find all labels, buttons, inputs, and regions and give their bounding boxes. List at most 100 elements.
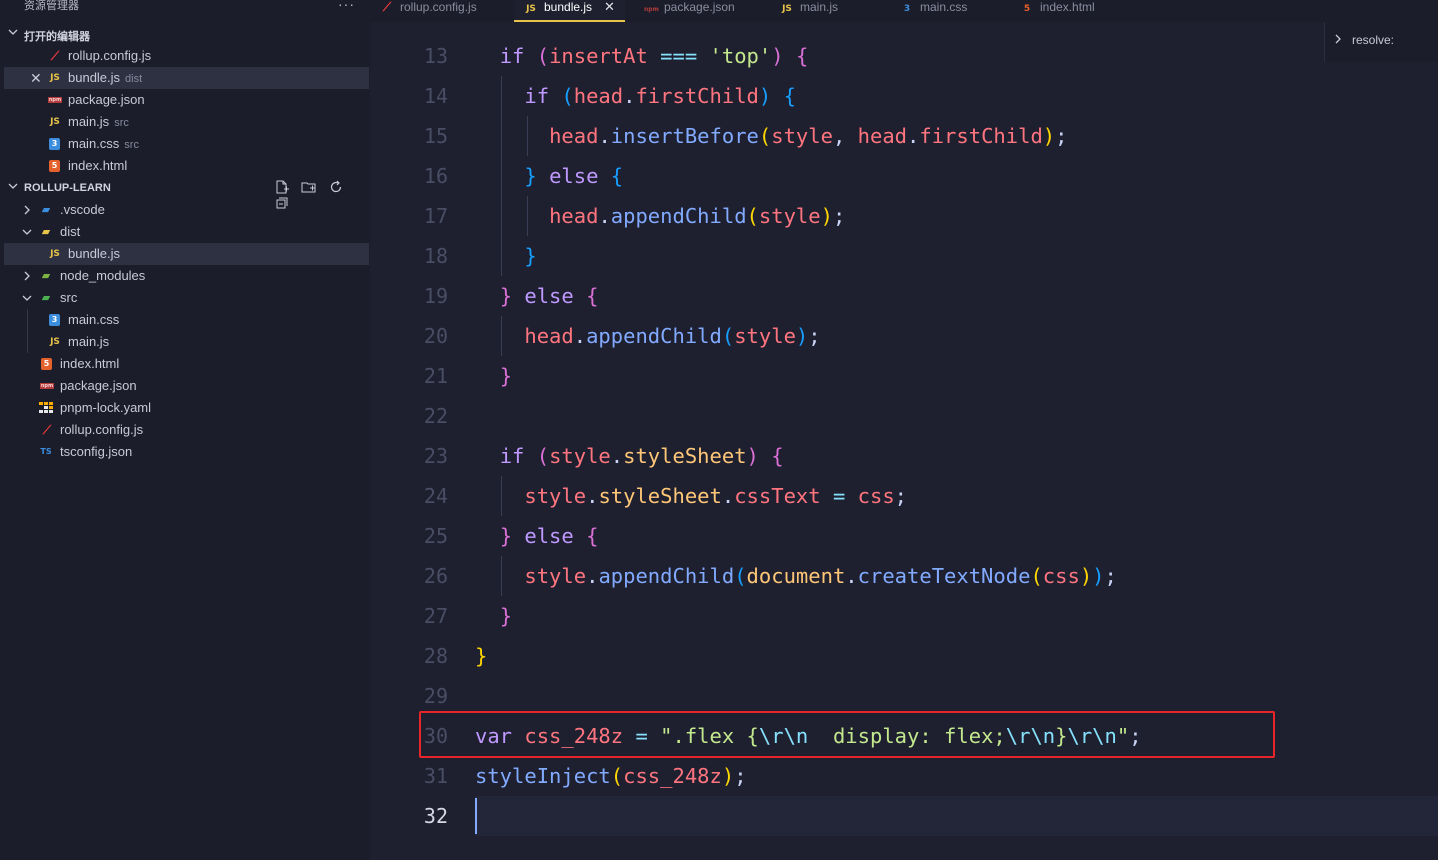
code-line: if (insertAt === 'top') {	[499, 44, 809, 68]
folder-open-icon: ▰	[41, 225, 51, 238]
code-line: if (head.firstChild) {	[524, 84, 796, 108]
open-editor-label: main.js src	[68, 111, 129, 134]
open-editors-label: 打开的编辑器	[24, 31, 90, 43]
tree-label: src	[60, 290, 78, 305]
chevron-right-icon	[1335, 34, 1341, 44]
tab-bundle-js[interactable]: JS bundle.js ✕	[514, 0, 625, 22]
code-line: }	[524, 244, 537, 268]
open-editor-bundle[interactable]: ✕ JS bundle.js dist	[4, 67, 369, 89]
line-number: 17	[423, 204, 448, 228]
text-cursor	[475, 798, 477, 834]
tab-main-css[interactable]: 3 main.css	[900, 0, 967, 22]
tree-folder-dist[interactable]: ▰ dist	[4, 221, 369, 243]
open-editor-package-json[interactable]: npm package.json	[4, 89, 369, 111]
tab-package-json[interactable]: npm package.json	[644, 0, 735, 22]
editor-tab-bar: ⟋ rollup.config.js JS bundle.js ✕ npm packag…	[370, 0, 1438, 22]
code-line: head.insertBefore(style, head.firstChild…	[549, 124, 1068, 148]
open-editor-index-html[interactable]: 5 index.html	[4, 155, 369, 177]
code-line: } else {	[499, 524, 599, 548]
tree-folder-src[interactable]: ▰ src	[4, 287, 369, 309]
open-editor-main-js[interactable]: JS main.js src	[4, 111, 369, 133]
more-actions-icon[interactable]: ···	[338, 0, 355, 12]
tree-file-main-js[interactable]: JS main.js	[4, 331, 369, 353]
line-number: 23	[423, 444, 448, 468]
tab-label: index.html	[1040, 0, 1095, 14]
css-icon: 3	[903, 4, 911, 14]
css-icon: 3	[49, 138, 60, 150]
line-number: 19	[423, 284, 448, 308]
tree-label: rollup.config.js	[60, 422, 144, 437]
outline-breadcrumb-widget[interactable]: resolve:	[1324, 22, 1438, 62]
tab-index-html[interactable]: 5 index.html	[1020, 0, 1095, 22]
line-number: 20	[423, 324, 448, 348]
code-line: }	[475, 644, 488, 668]
code-line: }	[499, 364, 513, 388]
html-icon: 5	[41, 358, 52, 370]
code-line: if (style.styleSheet) {	[499, 444, 784, 468]
line-number: 26	[423, 564, 448, 588]
tree-label: dist	[60, 224, 81, 239]
src-folder-icon: ▰	[41, 291, 51, 304]
open-editor-label: index.html	[68, 158, 128, 173]
line-number: 24	[423, 484, 448, 508]
npm-icon: npm	[644, 6, 659, 13]
js-icon: JS	[50, 73, 60, 83]
tab-label: bundle.js	[544, 0, 593, 14]
tree-label: bundle.js	[68, 246, 121, 261]
new-folder-icon[interactable]	[301, 179, 317, 195]
js-icon: JS	[50, 117, 60, 127]
tree-file-tsconfig[interactable]: TS tsconfig.json	[4, 441, 369, 463]
chevron-down-icon	[22, 295, 32, 301]
close-icon[interactable]: ✕	[604, 0, 615, 14]
rollup-icon: ⟋	[42, 423, 52, 437]
line-number: 25	[423, 524, 448, 548]
line-number: 15	[423, 124, 448, 148]
open-editor-main-css[interactable]: 3 main.css src	[4, 133, 369, 155]
tree-label: package.json	[60, 378, 137, 393]
project-header[interactable]: ROLLUP-LEARN	[0, 177, 370, 209]
line-number: 21	[423, 364, 448, 388]
npm-icon: npm	[48, 97, 62, 103]
js-icon: JS	[782, 4, 792, 14]
line-number: 31	[423, 764, 448, 788]
code-line: styleInject(css_248z);	[475, 764, 747, 788]
line-number: 18	[423, 244, 448, 268]
open-editor-label: package.json	[68, 92, 145, 107]
tree-file-pnpm-lock[interactable]: pnpm-lock.yaml	[4, 397, 369, 419]
tree-file-package-json[interactable]: npm package.json	[4, 375, 369, 397]
open-editor-rollup-config[interactable]: ⟋ rollup.config.js	[4, 45, 369, 67]
line-number: 16	[423, 164, 448, 188]
tree-label: index.html	[60, 356, 120, 371]
line-number: 28	[423, 644, 448, 668]
tree-label: pnpm-lock.yaml	[60, 400, 152, 415]
tree-folder-vscode[interactable]: ▰ .vscode	[4, 199, 369, 221]
explorer-sidebar: 资源管理器 ··· 打开的编辑器 ⟋ rollup.config.js ✕ JS…	[0, 0, 370, 860]
new-file-icon[interactable]	[274, 179, 290, 195]
node-folder-icon: ▰	[41, 269, 51, 282]
close-icon[interactable]: ✕	[30, 67, 42, 89]
code-editor[interactable]: 13 14 15 16 17 18 19 20 21 22 23 24 25 2…	[370, 22, 1438, 860]
tree-file-bundle-js[interactable]: JS bundle.js	[4, 243, 369, 265]
tree-file-rollup-config[interactable]: ⟋ rollup.config.js	[4, 419, 369, 441]
tab-rollup-config[interactable]: ⟋ rollup.config.js	[380, 0, 477, 22]
open-editors-header[interactable]: 打开的编辑器	[0, 23, 370, 45]
file-folder-hint: src	[124, 139, 139, 151]
chevron-down-icon	[8, 183, 18, 189]
tree-file-main-css[interactable]: 3 main.css	[4, 309, 369, 331]
tree-folder-node-modules[interactable]: ▰ node_modules	[4, 265, 369, 287]
chevron-down-icon	[22, 229, 32, 235]
explorer-title-bar: 资源管理器 ···	[0, 0, 370, 14]
line-number: 29	[423, 684, 448, 708]
tree-label: main.js	[68, 334, 110, 349]
tab-main-js[interactable]: JS main.js	[780, 0, 838, 22]
line-number: 22	[423, 404, 448, 428]
open-editor-label: rollup.config.js	[68, 48, 152, 63]
annotation-highlight-box	[419, 711, 1275, 758]
chevron-right-icon	[24, 205, 30, 215]
tab-label: rollup.config.js	[400, 0, 477, 14]
refresh-icon[interactable]	[328, 179, 344, 195]
tree-file-index-html[interactable]: 5 index.html	[4, 353, 369, 375]
code-line: } else {	[524, 164, 624, 188]
tab-label: main.js	[800, 0, 839, 14]
tsconfig-icon: TS	[40, 447, 52, 456]
